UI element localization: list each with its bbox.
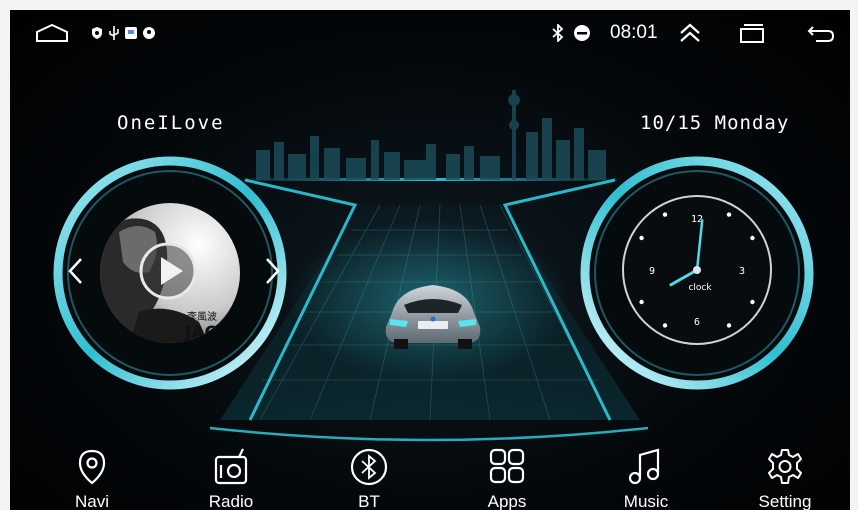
album-text-2: JAC	[184, 323, 217, 343]
gear-icon	[768, 449, 802, 484]
clock-tick	[662, 212, 668, 217]
chevron-right-icon	[266, 258, 280, 284]
clock-tick	[726, 212, 732, 217]
date-text: 10/15 Monday	[640, 112, 790, 134]
clock-numeral-9: 9	[649, 266, 655, 277]
location-icon	[143, 27, 155, 39]
dock-label-radio: Radio	[208, 492, 254, 510]
car-launcher-screen: 李風波 JAC 12 3 6 9 clock OneILove 10/15 Mo…	[0, 0, 858, 510]
bezel-top	[0, 0, 858, 10]
dock-label-navi: Navi	[74, 492, 109, 510]
clock-tick	[750, 235, 755, 241]
clock-tick	[750, 299, 755, 305]
back-icon[interactable]	[806, 22, 836, 44]
shield-icon	[92, 27, 102, 39]
app-dock: Navi Radio BT Apps Music Setting	[10, 440, 850, 510]
home-icon[interactable]	[34, 22, 70, 44]
car-image	[385, 285, 481, 349]
bluetooth-icon	[552, 24, 564, 42]
clock-tick	[726, 323, 732, 328]
clock-numeral-3: 3	[739, 266, 745, 277]
clock-tick	[639, 299, 644, 305]
previous-track-button[interactable]	[66, 256, 86, 286]
clock-numeral-6: 6	[694, 317, 700, 328]
clock-tick	[662, 323, 668, 328]
status-bar: 08:01	[10, 10, 850, 54]
next-track-button[interactable]	[262, 256, 282, 286]
album-text-1: 李風波	[187, 310, 217, 323]
dnd-icon	[574, 25, 590, 41]
notification-icon	[125, 27, 137, 39]
bluetooth-icon	[350, 448, 388, 486]
status-time: 08:01	[610, 22, 658, 43]
dock-label-music: Music	[623, 492, 669, 510]
clock-widget[interactable]: 12 3 6 9 clock	[572, 148, 822, 398]
play-button[interactable]	[138, 241, 198, 301]
usb-icon	[109, 26, 119, 40]
dock-label-bt: BT	[358, 492, 380, 510]
clock-tick	[639, 235, 644, 241]
song-title: OneILove	[117, 112, 225, 134]
music-note-icon	[628, 448, 660, 485]
expand-up-icon[interactable]	[678, 22, 702, 44]
apps-grid-icon	[489, 448, 525, 484]
chevron-left-icon	[68, 258, 82, 284]
recent-apps-icon[interactable]	[738, 22, 766, 44]
clock-label: clock	[688, 283, 712, 293]
radio-icon	[214, 448, 248, 485]
map-pin-icon	[78, 449, 106, 485]
dock-label-apps: Apps	[487, 492, 527, 510]
dock-label-setting: Setting	[758, 492, 812, 510]
bezel-right	[850, 0, 858, 510]
bezel-left	[0, 0, 10, 510]
